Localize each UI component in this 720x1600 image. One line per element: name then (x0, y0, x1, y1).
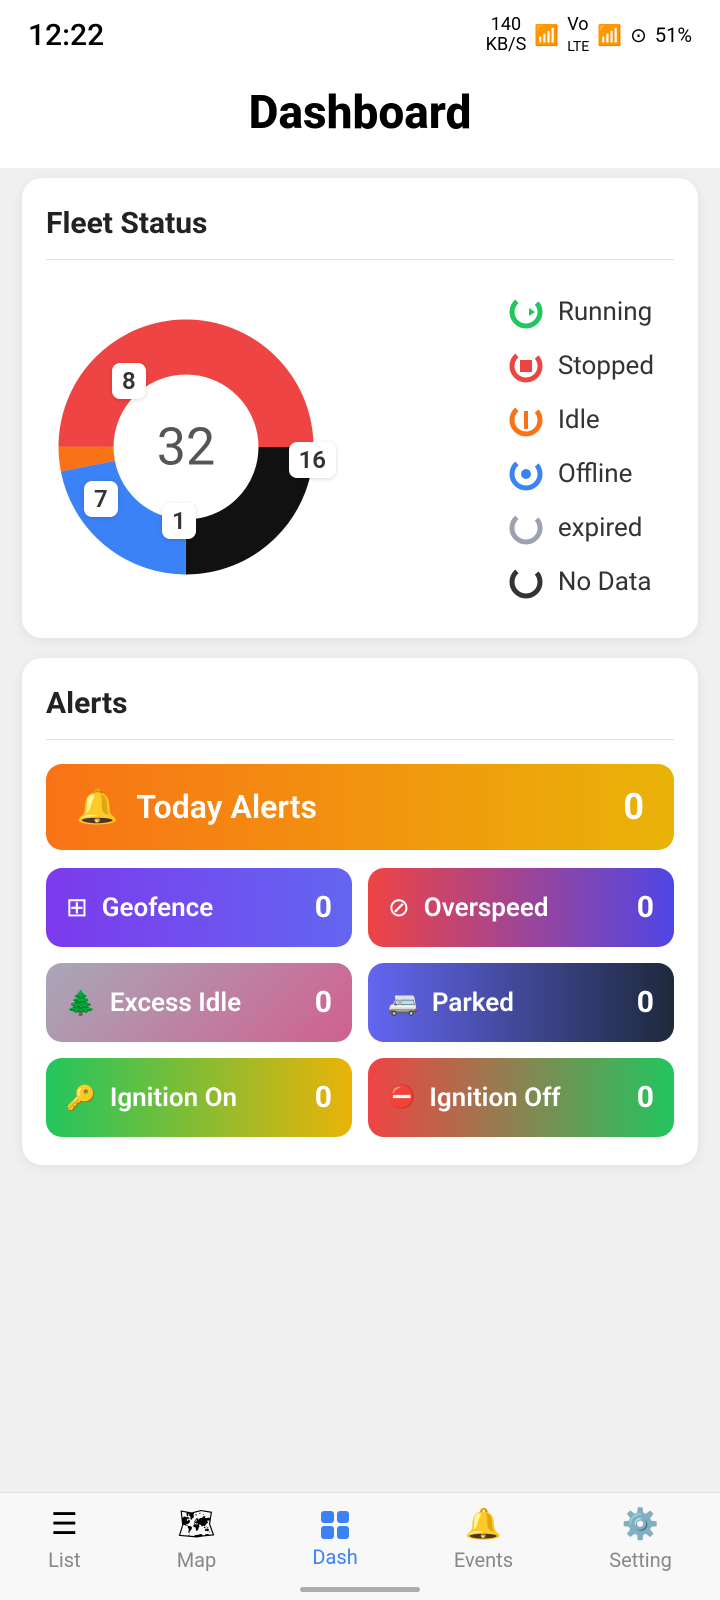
alerts-divider (46, 739, 674, 740)
fleet-legend: Running Stopped (508, 294, 664, 600)
geofence-button[interactable]: ⊞ Geofence 0 (46, 868, 352, 947)
data-speed-icon: 140KB/S (486, 15, 527, 55)
parked-button[interactable]: 🚐 Parked 0 (368, 963, 674, 1042)
wifi-icon: 📶 (534, 23, 559, 47)
offline-icon (508, 456, 544, 492)
main-content: Fleet Status (0, 168, 720, 1355)
idle-icon (508, 402, 544, 438)
overspeed-count: 0 (637, 890, 654, 925)
dash-icon (321, 1511, 349, 1539)
stopped-label: Stopped (558, 351, 654, 381)
header: Dashboard (0, 66, 720, 168)
list-icon: ☰ (51, 1507, 78, 1542)
stopped-icon (508, 348, 544, 384)
legend-idle: Idle (508, 402, 654, 438)
fleet-chart-area: 32 8 16 7 1 Running (46, 284, 674, 610)
excess-idle-button[interactable]: 🌲 Excess Idle 0 (46, 963, 352, 1042)
parked-icon: 🚐 (388, 989, 418, 1017)
gear-nav-icon: ⚙️ (622, 1507, 659, 1542)
donut-chart: 32 8 16 7 1 (46, 307, 326, 587)
nav-events-label: Events (454, 1548, 513, 1572)
battery-percent: 51% (655, 23, 692, 47)
nav-list-label: List (48, 1548, 81, 1572)
idle-label: Idle (558, 405, 600, 435)
fleet-status-card: Fleet Status (22, 178, 698, 638)
nav-map[interactable]: 🗺 Map (177, 1507, 217, 1572)
ignition-on-count: 0 (315, 1080, 332, 1115)
nodata-label: No Data (558, 567, 652, 597)
seg-label-idle: 1 (162, 503, 196, 539)
legend-offline: Offline (508, 456, 654, 492)
signal-icon: 📶 (597, 23, 622, 47)
offline-label: Offline (558, 459, 633, 489)
lte-icon: VoLTE (567, 14, 589, 56)
ignition-off-count: 0 (637, 1080, 654, 1115)
overspeed-button[interactable]: ⊘ Overspeed 0 (368, 868, 674, 947)
geofence-left: ⊞ Geofence (66, 893, 213, 923)
parked-label: Parked (432, 988, 514, 1018)
legend-stopped: Stopped (508, 348, 654, 384)
page-title: Dashboard (0, 86, 720, 140)
ignition-off-button[interactable]: ⛔ Ignition Off 0 (368, 1058, 674, 1137)
ignition-on-label: Ignition On (110, 1083, 237, 1113)
legend-running: Running (508, 294, 654, 330)
status-icons: 140KB/S 📶 VoLTE 📶 ⊙ 51% (486, 14, 692, 56)
fleet-status-title: Fleet Status (46, 206, 674, 241)
nav-events[interactable]: 🔔 Events (454, 1507, 513, 1572)
nav-setting-label: Setting (609, 1548, 672, 1572)
today-alerts-button[interactable]: 🔔 Today Alerts 0 (46, 764, 674, 850)
bell-nav-icon: 🔔 (465, 1507, 502, 1542)
today-alerts-bell-icon: 🔔 (76, 787, 118, 827)
ignition-off-label: Ignition Off (429, 1083, 560, 1113)
nav-setting[interactable]: ⚙️ Setting (609, 1507, 672, 1572)
status-bar: 12:22 140KB/S 📶 VoLTE 📶 ⊙ 51% (0, 0, 720, 66)
running-icon (508, 294, 544, 330)
parked-count: 0 (637, 985, 654, 1020)
ignition-off-left: ⛔ Ignition Off (388, 1083, 561, 1113)
seg-label-running: 16 (289, 442, 336, 478)
home-indicator (300, 1587, 420, 1592)
bottom-nav: ☰ List 🗺 Map Dash 🔔 Events ⚙️ Setting (0, 1492, 720, 1600)
expired-label: expired (558, 513, 643, 543)
geofence-count: 0 (315, 890, 332, 925)
legend-expired: expired (508, 510, 654, 546)
legend-nodata: No Data (508, 564, 654, 600)
nav-map-label: Map (177, 1548, 217, 1572)
geofence-icon: ⊞ (66, 893, 88, 923)
seg-label-stopped: 8 (112, 363, 146, 399)
excess-idle-icon: 🌲 (66, 989, 96, 1017)
alerts-title: Alerts (46, 686, 674, 721)
today-alerts-label: Today Alerts (136, 788, 317, 826)
ignition-off-icon: ⛔ (388, 1085, 415, 1110)
running-label: Running (558, 297, 652, 327)
parked-left: 🚐 Parked (388, 988, 514, 1018)
ignition-on-button[interactable]: 🔑 Ignition On 0 (46, 1058, 352, 1137)
overspeed-icon: ⊘ (388, 893, 410, 923)
excess-idle-label: Excess Idle (110, 988, 241, 1018)
today-alerts-count: 0 (623, 786, 644, 828)
donut-center-count: 32 (157, 417, 215, 478)
nav-dash-label: Dash (312, 1545, 357, 1569)
alert-grid: ⊞ Geofence 0 ⊘ Overspeed 0 🌲 Excess Idle (46, 868, 674, 1137)
nav-list[interactable]: ☰ List (48, 1507, 81, 1572)
excess-idle-left: 🌲 Excess Idle (66, 988, 241, 1018)
ignition-on-icon: 🔑 (66, 1084, 96, 1112)
battery-icon: ⊙ (630, 23, 647, 47)
alerts-card: Alerts 🔔 Today Alerts 0 ⊞ Geofence 0 (22, 658, 698, 1165)
geofence-label: Geofence (102, 893, 213, 923)
map-icon: 🗺 (177, 1507, 215, 1542)
excess-idle-count: 0 (315, 985, 332, 1020)
ignition-on-left: 🔑 Ignition On (66, 1083, 237, 1113)
today-alerts-left: 🔔 Today Alerts (76, 787, 317, 827)
nav-dash[interactable]: Dash (312, 1511, 357, 1569)
expired-icon (508, 510, 544, 546)
fleet-divider (46, 259, 674, 260)
overspeed-left: ⊘ Overspeed (388, 893, 549, 923)
nodata-icon (508, 564, 544, 600)
status-time: 12:22 (28, 18, 104, 53)
seg-label-offline: 7 (84, 481, 118, 517)
overspeed-label: Overspeed (424, 893, 549, 923)
